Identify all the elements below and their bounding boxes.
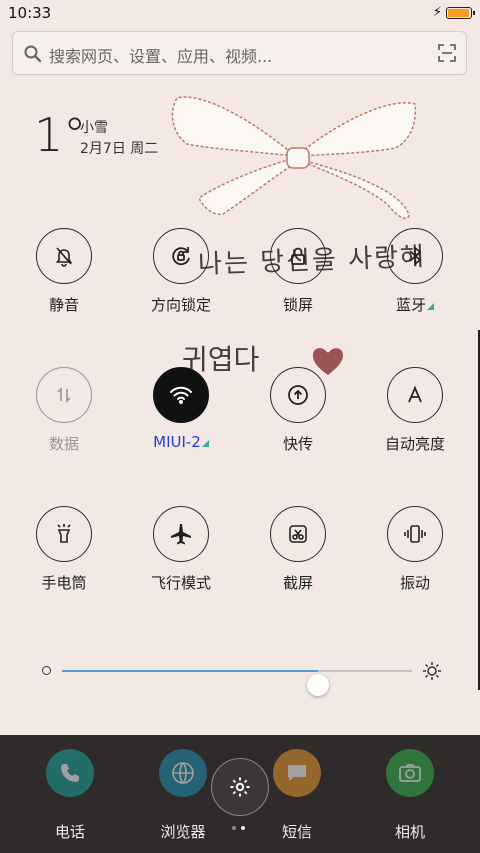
weather-condition: 小雪 xyxy=(80,120,108,136)
brightness-fill xyxy=(62,670,318,672)
bell-off-icon xyxy=(36,228,92,284)
toggle-mute-label: 静音 xyxy=(48,296,79,314)
dock-app-phone[interactable]: 电话 xyxy=(25,749,115,842)
expand-indicator-icon xyxy=(201,440,209,447)
page-indicator xyxy=(232,826,245,830)
dock-app-sms-label: 短信 xyxy=(281,823,312,841)
toggle-mute[interactable]: 静音 xyxy=(19,228,109,315)
toggle-screenshot[interactable]: 截屏 xyxy=(253,506,343,593)
gear-icon xyxy=(230,777,250,797)
toggle-flashlight[interactable]: 手电筒 xyxy=(19,506,109,593)
brightness-high-icon xyxy=(422,661,442,685)
expand-indicator-icon xyxy=(427,303,434,310)
toggle-vibrate[interactable]: 振动 xyxy=(370,506,460,593)
charging-icon: ⚡ xyxy=(432,5,442,20)
battery-icon xyxy=(446,6,475,19)
search-bar[interactable]: 搜索网页、设置、应用、视频... xyxy=(12,31,467,75)
toggle-wifi[interactable]: MIUI-2 xyxy=(136,367,226,451)
toggle-quick-transfer[interactable]: 快传 xyxy=(253,367,343,454)
toggle-wifi-label: MIUI-2 xyxy=(136,433,226,451)
weather-date: 2月7日 周二 xyxy=(80,141,159,157)
bow-wallpaper-image xyxy=(171,96,417,220)
brightness-thumb[interactable] xyxy=(306,674,329,696)
rotation-lock-icon xyxy=(153,228,209,284)
toggle-airplane-mode[interactable]: 飞行模式 xyxy=(136,506,226,593)
toggle-flashlight-label: 手电筒 xyxy=(41,574,87,592)
dock-app-camera-label: 相机 xyxy=(394,823,425,841)
brightness-low-icon xyxy=(42,666,51,675)
brightness-slider[interactable] xyxy=(38,656,448,696)
search-placeholder: 搜索网页、设置、应用、视频... xyxy=(49,47,273,66)
auto-brightness-icon xyxy=(387,367,443,423)
toggle-auto-brightness[interactable]: 自动亮度 xyxy=(370,367,460,454)
toggle-bluetooth-label: 蓝牙 xyxy=(370,294,460,315)
page-dot-active xyxy=(241,826,245,830)
toggle-mobile-data-label: 数据 xyxy=(48,435,79,453)
flashlight-icon xyxy=(36,506,92,562)
brightness-track[interactable] xyxy=(62,670,412,696)
status-bar: 10:33 ⚡ xyxy=(0,0,480,26)
toggle-rotation-lock[interactable]: 方向锁定 xyxy=(136,228,226,315)
page-dot xyxy=(232,826,236,830)
camera-icon xyxy=(386,749,434,797)
settings-button[interactable] xyxy=(211,758,269,816)
toggle-lock-screen[interactable]: 锁屏 xyxy=(253,228,343,315)
toggle-lock-screen-label: 锁屏 xyxy=(282,296,313,314)
toggle-rotation-lock-label: 方向锁定 xyxy=(150,296,211,314)
sms-icon xyxy=(273,749,321,797)
toggle-quick-transfer-label: 快传 xyxy=(282,435,313,453)
data-arrows-icon xyxy=(36,367,92,423)
toggle-screenshot-label: 截屏 xyxy=(282,574,313,592)
phone-icon xyxy=(46,749,94,797)
toggle-auto-brightness-label: 自动亮度 xyxy=(384,435,445,453)
status-time: 10:33 xyxy=(8,4,52,22)
vibrate-icon xyxy=(387,506,443,562)
dock-app-phone-label: 电话 xyxy=(54,823,85,841)
toggle-mobile-data[interactable]: 数据 xyxy=(19,367,109,454)
screenshot-icon xyxy=(270,506,326,562)
weather-temperature: 1° xyxy=(34,108,87,162)
dock-app-camera[interactable]: 相机 xyxy=(365,749,455,842)
status-indicators: ⚡ xyxy=(432,5,475,20)
search-icon xyxy=(23,44,43,68)
airplane-icon xyxy=(153,506,209,562)
toggle-airplane-mode-label: 飞行模式 xyxy=(150,574,211,592)
browser-icon xyxy=(159,749,207,797)
scan-icon[interactable] xyxy=(438,44,456,66)
transfer-icon xyxy=(270,367,326,423)
toggle-bluetooth[interactable]: 蓝牙 xyxy=(370,228,460,315)
bluetooth-icon xyxy=(387,228,443,284)
wifi-icon xyxy=(153,367,209,423)
dock-app-browser-label: 浏览器 xyxy=(160,823,206,841)
toggle-vibrate-label: 振动 xyxy=(399,574,430,592)
lock-icon xyxy=(270,228,326,284)
